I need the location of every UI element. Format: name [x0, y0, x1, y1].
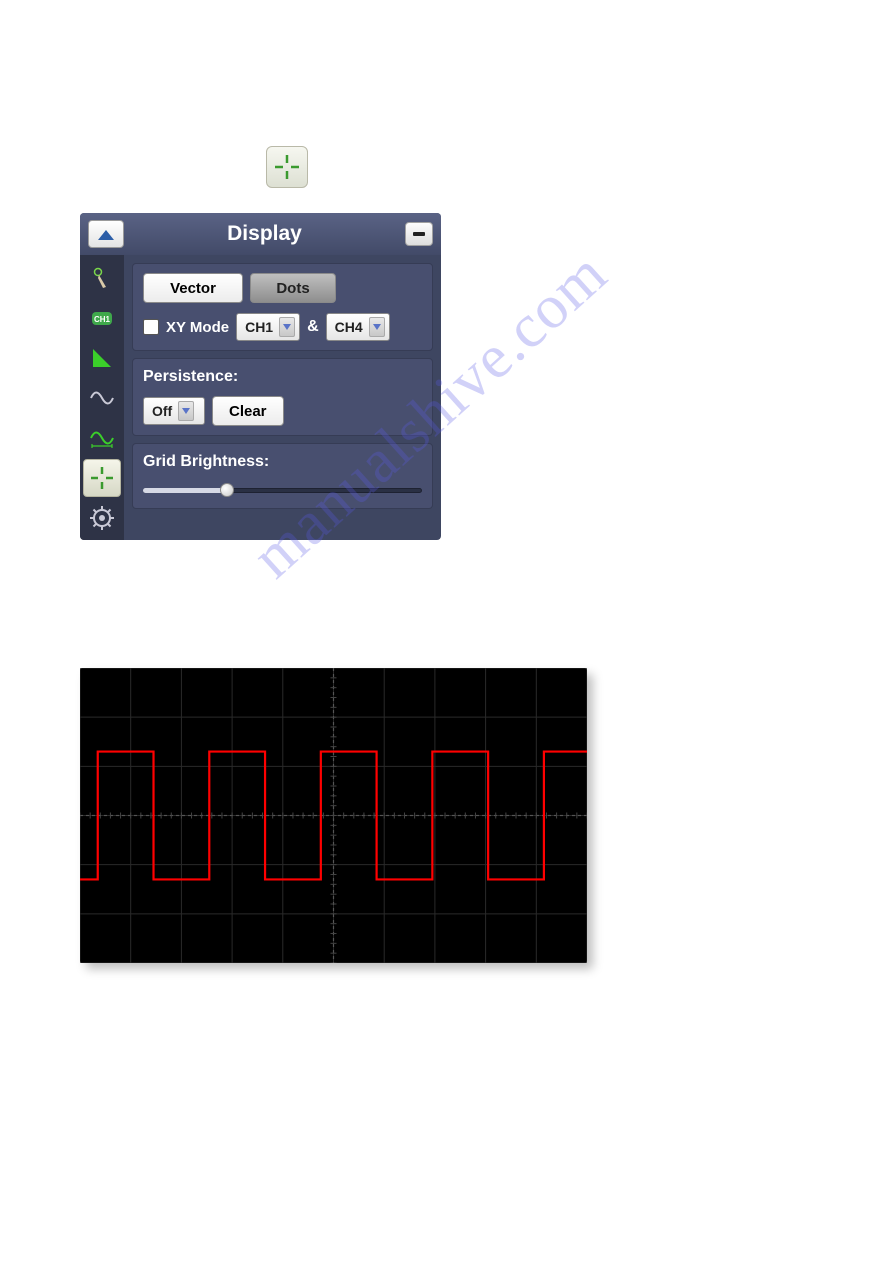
svg-text:CH1: CH1	[94, 315, 111, 324]
chevron-down-icon	[369, 317, 385, 337]
tab-touch[interactable]	[83, 259, 121, 297]
xy-channel-a-select[interactable]: CH1	[236, 313, 300, 341]
tab-ch1[interactable]: CH1	[83, 299, 121, 337]
persistence-title: Persistence:	[143, 368, 422, 386]
brightness-slider[interactable]	[143, 481, 422, 499]
xy-mode-checkbox[interactable]	[143, 319, 159, 335]
waveform-display	[80, 668, 587, 963]
display-panel: Display CH1	[80, 213, 441, 540]
brightness-title: Grid Brightness:	[143, 453, 422, 471]
panel-title: Display	[124, 222, 405, 246]
crosshair-icon	[266, 146, 308, 188]
xy-channel-b-select[interactable]: CH4	[326, 313, 390, 341]
persistence-select[interactable]: Off	[143, 397, 205, 425]
dots-button[interactable]: Dots	[250, 273, 336, 303]
display-mode-section: Vector Dots XY Mode CH1 & CH4	[132, 263, 433, 351]
tab-sine-measure[interactable]	[83, 419, 121, 457]
panel-header: Display	[80, 213, 441, 255]
home-button[interactable]	[88, 220, 124, 248]
tab-sine[interactable]	[83, 379, 121, 417]
xy-mode-label: XY Mode	[166, 319, 229, 336]
vector-button[interactable]: Vector	[143, 273, 243, 303]
persistence-value: Off	[152, 403, 172, 419]
xy-channel-a-value: CH1	[245, 319, 273, 335]
tab-triangle[interactable]	[83, 339, 121, 377]
persistence-section: Persistence: Off Clear	[132, 358, 433, 436]
chevron-down-icon	[279, 317, 295, 337]
clear-button[interactable]: Clear	[212, 396, 284, 426]
panel-main: Vector Dots XY Mode CH1 & CH4	[124, 255, 441, 540]
xy-channel-b-value: CH4	[335, 319, 363, 335]
collapse-button[interactable]	[405, 222, 433, 246]
amp-label: &	[307, 318, 319, 336]
chevron-down-icon	[178, 401, 194, 421]
side-tabs: CH1	[80, 255, 124, 540]
tab-gear[interactable]	[83, 499, 121, 537]
brightness-section: Grid Brightness:	[132, 443, 433, 509]
tab-crosshair[interactable]	[83, 459, 121, 497]
